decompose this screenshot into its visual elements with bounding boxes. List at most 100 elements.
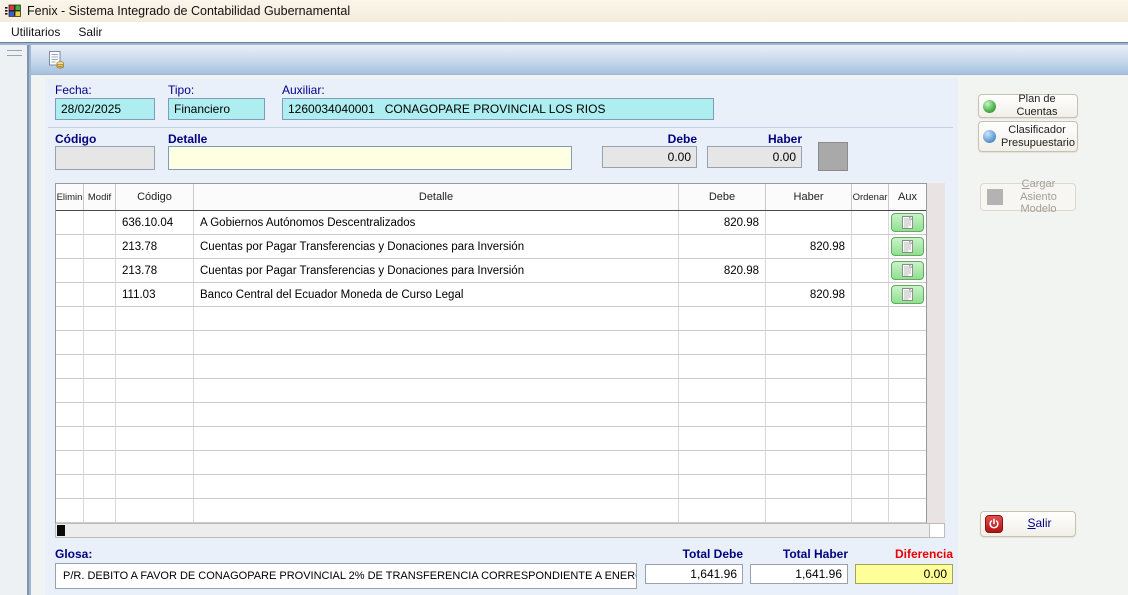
cell-haber: 820.98: [766, 235, 852, 258]
entry-action-button[interactable]: [818, 142, 848, 171]
cell-haber: [766, 427, 852, 450]
cell-detalle: A Gobiernos Autónomos Descentralizados: [194, 211, 679, 234]
green-sphere-icon: [983, 100, 996, 113]
codigo-label: Código: [55, 132, 96, 146]
cell-debe: [679, 331, 766, 354]
cell-aux: [889, 355, 926, 378]
cell-codigo: 213.78: [116, 235, 194, 258]
cell-codigo: [116, 403, 194, 426]
cell-modif: [84, 283, 116, 306]
vertical-scrollbar-area[interactable]: [927, 183, 945, 523]
cell-debe: 820.98: [679, 211, 766, 234]
cell-modif: [84, 379, 116, 402]
notepad-icon: [902, 216, 913, 229]
salir-button[interactable]: Salir: [980, 511, 1076, 537]
grid-row[interactable]: 111.03 Banco Central del Ecuador Moneda …: [56, 283, 926, 307]
document-coins-icon: [46, 50, 66, 70]
cell-codigo: [116, 499, 194, 522]
haber-input[interactable]: 0.00: [707, 146, 802, 168]
aux-button[interactable]: [891, 213, 924, 232]
cell-ordenar: [852, 331, 889, 354]
diferencia-field: 0.00: [855, 564, 953, 584]
menu-item-utilitarios[interactable]: Utilitarios: [2, 23, 69, 41]
splitter-grip[interactable]: [7, 50, 22, 56]
cell-elimin: [56, 403, 84, 426]
cell-aux: [889, 451, 926, 474]
aux-button[interactable]: [891, 285, 924, 304]
aux-button[interactable]: [891, 237, 924, 256]
scrollbar-thumb[interactable]: [57, 525, 65, 536]
fecha-field[interactable]: 28/02/2025: [55, 98, 155, 120]
toolbar: [31, 45, 1128, 75]
cell-detalle: [194, 403, 679, 426]
notepad-icon: [902, 288, 913, 301]
cell-modif: [84, 499, 116, 522]
cell-modif: [84, 403, 116, 426]
grid-row[interactable]: 213.78 Cuentas por Pagar Transferencias …: [56, 235, 926, 259]
grid-row-empty[interactable]: [56, 379, 926, 403]
blue-sphere-icon: [983, 130, 996, 143]
cell-elimin: [56, 259, 84, 282]
grid-row-empty[interactable]: [56, 451, 926, 475]
cell-detalle: Cuentas por Pagar Transferencias y Donac…: [194, 259, 679, 282]
cell-haber: [766, 355, 852, 378]
grid-row-empty[interactable]: [56, 475, 926, 499]
power-icon: [985, 515, 1003, 533]
cell-ordenar: [852, 403, 889, 426]
cell-haber: [766, 451, 852, 474]
cell-ordenar: [852, 211, 889, 234]
cell-debe: [679, 355, 766, 378]
cell-haber: [766, 211, 852, 234]
cell-debe: [679, 451, 766, 474]
auxiliar-field[interactable]: 1260034040001 CONAGOPARE PROVINCIAL LOS …: [282, 98, 714, 120]
cell-detalle: [194, 499, 679, 522]
cell-detalle: [194, 427, 679, 450]
grid-body: 636.10.04 A Gobiernos Autónomos Descentr…: [56, 211, 926, 523]
cell-ordenar: [852, 499, 889, 522]
cell-detalle: [194, 475, 679, 498]
menu-item-salir[interactable]: Salir: [69, 23, 111, 41]
plan-de-cuentas-button[interactable]: Plan de Cuentas: [978, 94, 1078, 118]
cell-ordenar: [852, 259, 889, 282]
col-header-modif: Modif: [84, 184, 116, 210]
cell-detalle: [194, 451, 679, 474]
grid-row-empty[interactable]: [56, 331, 926, 355]
glosa-input[interactable]: P/R. DEBITO A FAVOR DE CONAGOPARE PROVIN…: [55, 563, 637, 589]
codigo-input[interactable]: [55, 146, 155, 170]
cell-codigo: 213.78: [116, 259, 194, 282]
total-haber-field: 1,641.96: [750, 564, 848, 584]
debe-input[interactable]: 0.00: [602, 146, 697, 168]
gray-square-icon: [987, 189, 1003, 205]
cell-debe: 820.98: [679, 259, 766, 282]
cargar-asiento-label: Cargar Asiento Modelo: [1008, 178, 1070, 216]
cell-aux: [889, 475, 926, 498]
auxiliar-label: Auxiliar:: [282, 83, 325, 97]
cell-aux: [889, 427, 926, 450]
grid-row[interactable]: 636.10.04 A Gobiernos Autónomos Descentr…: [56, 211, 926, 235]
total-debe-field: 1,641.96: [645, 564, 743, 584]
grid-row-empty[interactable]: [56, 307, 926, 331]
cell-debe: [679, 475, 766, 498]
cell-haber: [766, 475, 852, 498]
horizontal-scrollbar[interactable]: [55, 523, 945, 538]
detalle-input[interactable]: [168, 146, 572, 170]
col-header-debe: Debe: [679, 184, 766, 210]
cell-aux: [889, 307, 926, 330]
col-header-haber: Haber: [766, 184, 852, 210]
grid-row-empty[interactable]: [56, 403, 926, 427]
grid-row-empty[interactable]: [56, 355, 926, 379]
aux-button[interactable]: [891, 261, 924, 280]
cell-modif: [84, 331, 116, 354]
tipo-field[interactable]: Financiero: [168, 98, 265, 120]
cell-modif: [84, 427, 116, 450]
col-header-ordenar: Ordenar: [852, 184, 889, 210]
total-haber-label: Total Haber: [750, 547, 848, 561]
grid-row-empty[interactable]: [56, 499, 926, 523]
new-entry-button[interactable]: [44, 48, 68, 72]
grid-row-empty[interactable]: [56, 427, 926, 451]
scrollbar-end-box[interactable]: [929, 524, 944, 537]
grid-row[interactable]: 213.78 Cuentas por Pagar Transferencias …: [56, 259, 926, 283]
col-header-aux: Aux: [889, 184, 926, 210]
cell-detalle: [194, 331, 679, 354]
clasificador-presupuestario-button[interactable]: Clasificador Presupuestario: [978, 121, 1078, 152]
